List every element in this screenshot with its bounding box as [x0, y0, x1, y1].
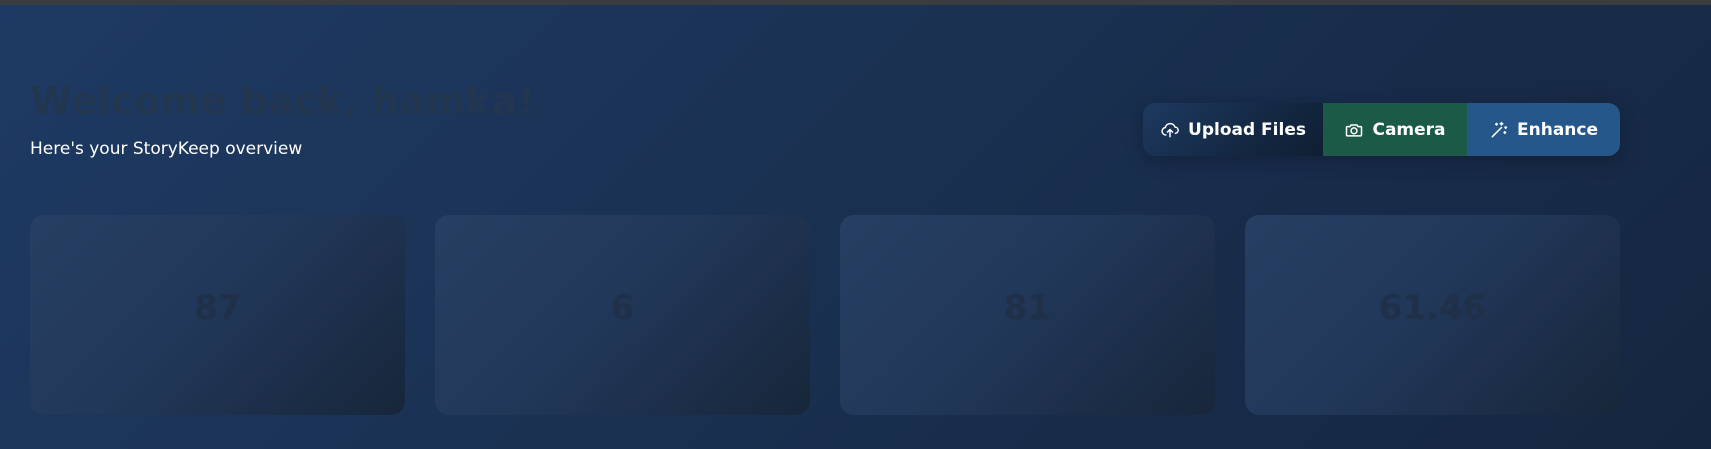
- stat-card: 61.46: [1245, 215, 1620, 415]
- stat-card: 81: [840, 215, 1215, 415]
- page-header: Welcome back, hamka! Here's your StoryKe…: [30, 78, 730, 160]
- stat-value: 6: [610, 288, 635, 328]
- upload-files-button[interactable]: Upload Files: [1143, 103, 1323, 156]
- stats-cards: 87 6 81 61.46: [30, 215, 1620, 415]
- cloud-upload-icon: [1161, 122, 1179, 137]
- stat-card: 87: [30, 215, 405, 415]
- camera-button[interactable]: Camera: [1323, 103, 1467, 156]
- window-top-strip: [0, 0, 1711, 5]
- stat-value: 81: [1003, 288, 1052, 328]
- stat-value: 61.46: [1378, 288, 1487, 328]
- camera-label: Camera: [1372, 119, 1446, 140]
- upload-files-label: Upload Files: [1188, 119, 1306, 140]
- action-button-group: Upload Files Camera Enhance: [1143, 103, 1620, 156]
- stat-card: 6: [435, 215, 810, 415]
- page-subtitle: Here's your StoryKeep overview: [30, 139, 303, 159]
- enhance-label: Enhance: [1517, 119, 1598, 140]
- magic-wand-icon: [1491, 121, 1508, 137]
- page-title: Welcome back, hamka!: [30, 79, 536, 123]
- camera-icon: [1346, 123, 1363, 137]
- enhance-button[interactable]: Enhance: [1467, 103, 1620, 156]
- stat-value: 87: [193, 288, 242, 328]
